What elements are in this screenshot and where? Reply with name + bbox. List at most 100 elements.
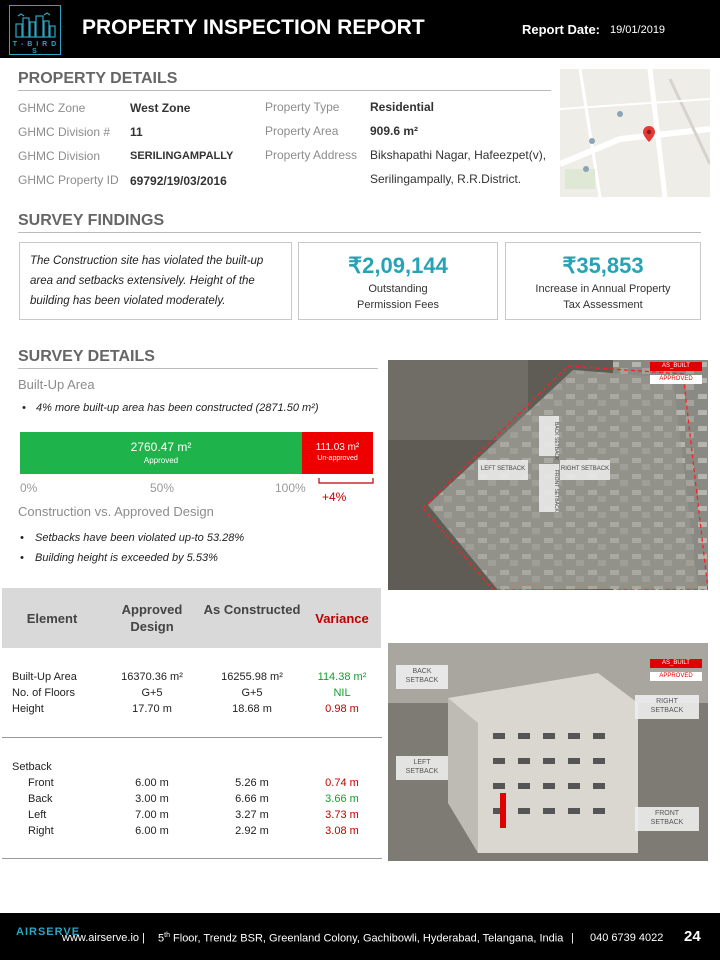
constructed-cell: 16255.98 m²	[221, 671, 283, 683]
logo-text: T - B I R D S	[12, 41, 58, 55]
report-header: T - B I R D S PROPERTY INSPECTION REPORT…	[0, 0, 720, 58]
property-details-heading: PROPERTY DETAILS	[18, 70, 178, 87]
approved-cell: 6.00 m	[135, 825, 169, 837]
builtup-area-heading: Built-Up Area	[18, 377, 95, 392]
constructed-cell: G+5	[241, 687, 263, 699]
variance-cell: NIL	[333, 687, 351, 699]
property-area-value: 909.6 m²	[370, 124, 419, 138]
left-setback-line1: LEFT	[413, 759, 431, 766]
tax-increase-card: ₹35,853 Increase in Annual Property Tax …	[505, 242, 701, 320]
element-cell: Height	[12, 703, 44, 715]
right-setback-line2: SETBACK	[650, 707, 684, 714]
extra-percent: +4%	[322, 490, 347, 504]
constructed-cell: 3.27 m	[235, 809, 269, 821]
legend-as-built: AS_BUILT	[662, 660, 690, 666]
ghmc-property-id-label: GHMC Property ID	[18, 173, 119, 187]
element-cell: Left	[28, 809, 47, 821]
variance-cell: 114.38 m²	[317, 671, 367, 683]
legend-as-built: AS_BUILT	[662, 363, 690, 369]
construction-vs-design-heading: Construction vs. Approved Design	[18, 504, 214, 519]
back-setback-label: BACK SETBACK	[396, 667, 448, 685]
section-divider	[18, 232, 701, 233]
approved-segment: 2760.47 m² Approved	[20, 432, 302, 474]
approved-cell: 17.70 m	[132, 703, 172, 715]
property-address-line2: Serilingampally, R.R.District.	[370, 172, 522, 186]
variance-cell: 3.08 m	[325, 825, 359, 837]
table-divider	[2, 858, 382, 859]
back-setback-label: BACK SETBACK	[553, 422, 559, 461]
unapproved-label: Un-approved	[317, 455, 358, 462]
builtup-bullet-dot: •	[22, 402, 26, 414]
unapproved-segment: 111.03 m² Un-approved	[302, 432, 373, 474]
oblique-view-photo: AS_BUILT APPROVED BACK SETBACK RIGHT SET…	[388, 643, 708, 861]
outstanding-fees-card: ₹2,09,144 Outstanding Permission Fees	[298, 242, 498, 320]
address-text: Floor, Trendz BSR, Greenland Colony, Gac…	[173, 932, 564, 945]
approved-cell: 6.00 m	[135, 777, 169, 789]
back-setback-line2: SETBACK	[405, 677, 439, 684]
element-cell: Right	[28, 825, 54, 837]
front-setback-line2: SETBACK	[650, 819, 684, 826]
legend-approved: APPROVED	[659, 673, 693, 679]
page-footer: AIRSERVE www.airserve.io | 5th Floor, Tr…	[0, 913, 720, 960]
findings-text: The Construction site has violated the b…	[30, 255, 264, 307]
front-setback-label: FRONT SETBACK	[635, 809, 699, 827]
ghmc-division-label: GHMC Division	[18, 149, 101, 163]
variance-cell: 3.66 m	[325, 793, 359, 805]
tax-increase-amount: ₹35,853	[562, 253, 644, 278]
table-header: Element Approved Design As Constructed V…	[2, 588, 381, 648]
front-setback-label: FRONT SETBACK	[553, 470, 559, 512]
address-floor-suffix: th	[164, 932, 170, 939]
element-cell: Built-Up Area	[12, 671, 77, 683]
legend-approved: APPROVED	[659, 376, 693, 382]
variance-cell: 3.73 m	[325, 809, 359, 821]
property-address-label: Property Address	[265, 148, 358, 162]
ghmc-zone-label: GHMC Zone	[18, 101, 86, 115]
survey-findings-heading: SURVEY FINDINGS	[18, 212, 165, 229]
outstanding-fees-caption-1: Outstanding	[368, 283, 428, 295]
setback-bullet: Setbacks have been violated up-to 53.28%	[35, 532, 245, 544]
setback-group-title: Setback	[12, 761, 52, 773]
unapproved-value: 111.03 m²	[315, 442, 360, 453]
col-constructed: As Constructed	[203, 602, 301, 617]
constructed-cell: 18.68 m	[232, 703, 272, 715]
tax-increase-caption-2: Tax Assessment	[563, 299, 643, 311]
left-setback-label: LEFT SETBACK	[396, 758, 448, 776]
location-map[interactable]	[560, 69, 710, 197]
variance-cell: 0.74 m	[325, 777, 359, 789]
phone-number: 040 6739 4022	[590, 932, 664, 944]
section-divider	[18, 368, 378, 369]
outstanding-fees-caption-2: Permission Fees	[357, 299, 439, 311]
builtup-bar: 2760.47 m² Approved 111.03 m² Un-approve…	[20, 432, 373, 474]
property-type-value: Residential	[370, 100, 435, 114]
ghmc-division-value: SERILINGAMPALLY	[130, 150, 234, 162]
tax-increase-caption-1: Increase in Annual Property	[535, 283, 671, 295]
height-bullet: Building height is exceeded by 5.53%	[35, 552, 218, 564]
report-date: 19/01/2019	[610, 24, 666, 36]
property-area-label: Property Area	[265, 124, 339, 138]
constructed-cell: 5.26 m	[235, 777, 269, 789]
findings-summary-card: The Construction site has violated the b…	[19, 242, 292, 320]
survey-details-heading: SURVEY DETAILS	[18, 348, 155, 365]
approved-cell: 3.00 m	[135, 793, 169, 805]
col-variance: Variance	[315, 611, 369, 626]
col-approved: Approved Design	[121, 602, 183, 634]
col-element: Element	[26, 611, 78, 626]
right-setback-label: RIGHT SETBACK	[635, 697, 699, 715]
map-graphic	[560, 69, 710, 197]
tick-50: 50%	[150, 481, 175, 495]
ghmc-division-number-value: 11	[130, 125, 143, 139]
back-setback-line1: BACK	[412, 668, 432, 675]
ghmc-zone-value: West Zone	[130, 101, 191, 115]
approved-value: 2760.47 m²	[130, 440, 192, 454]
constructed-cell: 6.66 m	[235, 793, 269, 805]
left-setback-line2: SETBACK	[405, 768, 439, 775]
city-skyline-icon	[15, 12, 56, 38]
element-cell: No. of Floors	[12, 687, 75, 699]
website-link[interactable]: www.airserve.io |	[62, 932, 145, 944]
element-cell: Back	[28, 793, 53, 805]
bullet-dot: •	[20, 552, 24, 564]
table-divider	[2, 737, 382, 738]
right-setback-line1: RIGHT	[656, 698, 678, 705]
element-cell: Front	[28, 777, 54, 789]
property-type-label: Property Type	[265, 100, 340, 114]
